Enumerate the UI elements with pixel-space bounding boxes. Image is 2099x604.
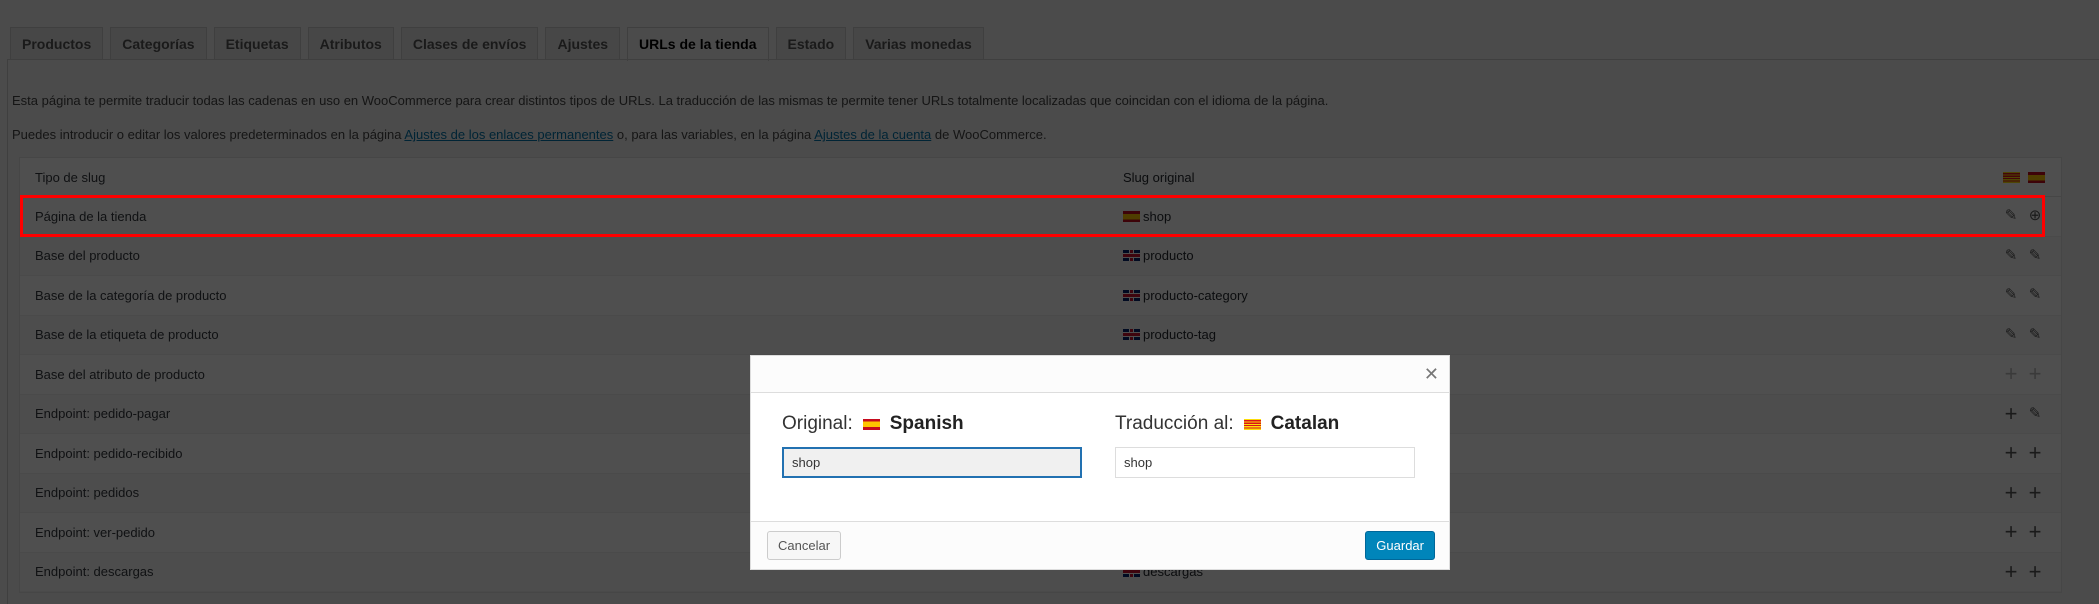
edit-translation-pencil-icon[interactable]: ✎ <box>2027 247 2043 264</box>
catalan-flag-icon <box>2003 171 2020 183</box>
cancel-button[interactable]: Cancelar <box>767 531 842 560</box>
slug-value: producto-category <box>1143 287 1248 303</box>
slug-value: producto-tag <box>1143 327 1216 343</box>
translation-label: Traducción al: <box>1115 413 1234 434</box>
original-label: Original: <box>782 413 853 434</box>
slug-value: producto <box>1143 248 1194 264</box>
header-slug-original: Slug original <box>1123 169 1195 185</box>
translation-language: Catalan <box>1270 413 1340 434</box>
tab-0[interactable]: Productos <box>10 27 104 60</box>
add-translation-plus-icon[interactable]: + <box>2003 442 2019 464</box>
translation-column: Traducción al: Catalan <box>1115 413 1415 478</box>
tab-7[interactable]: Estado <box>775 27 847 60</box>
add-translation-plus-icon[interactable]: + <box>2003 363 2019 385</box>
slug-original: producto-category <box>1123 288 2003 303</box>
english-flag-icon <box>1123 250 1140 262</box>
slug-original: producto <box>1123 248 2003 263</box>
tab-5[interactable]: Ajustes <box>545 27 621 60</box>
account-settings-link[interactable]: Ajustes de la cuenta <box>814 127 931 142</box>
add-translation-plus-icon[interactable]: + <box>2003 402 2019 424</box>
table-header: Tipo de slug Slug original <box>20 158 2061 197</box>
tab-2[interactable]: Etiquetas <box>213 27 301 60</box>
catalan-flag-icon <box>1243 418 1261 430</box>
english-flag-icon <box>1123 289 1140 301</box>
add-translation-plus-icon[interactable]: + <box>2027 442 2043 464</box>
edit-translation-pencil-icon[interactable]: ✎ <box>2027 326 2043 343</box>
slug-type: Base de la etiqueta de producto <box>35 327 219 343</box>
slug-type: Base de la categoría de producto <box>35 287 227 303</box>
add-translation-plus-icon[interactable]: + <box>2027 560 2043 582</box>
tab-bar: Productos Categorías Etiquetas Atributos Cla… <box>10 27 984 61</box>
table-row: Base de la etiqueta de producto producto-… <box>20 315 2061 355</box>
english-flag-icon <box>1123 329 1140 341</box>
tab-1[interactable]: Categorías <box>110 27 207 60</box>
edit-translation-pencil-icon[interactable]: ✎ <box>2027 287 2043 303</box>
original-column: Original: Spanish <box>782 413 1082 478</box>
add-translation-plus-icon[interactable]: + <box>2003 521 2019 543</box>
add-translation-plus-icon[interactable]: + <box>2003 481 2019 503</box>
intro-text-part: o, para las variables, en la página <box>613 127 815 142</box>
table-row: Base del producto producto ✎ ✎ <box>20 236 2061 276</box>
edit-translation-pencil-icon[interactable]: ✎ <box>2003 287 2019 303</box>
edit-translation-pencil-icon[interactable]: ✎ <box>2027 405 2043 422</box>
original-input[interactable] <box>782 447 1082 478</box>
highlight-box <box>20 195 2045 237</box>
original-language: Spanish <box>889 413 964 434</box>
translation-dialog: ✕ Original: Spanish Traducción al: Catalan… <box>750 355 1450 570</box>
edit-translation-pencil-icon[interactable]: ✎ <box>2003 247 2019 264</box>
add-translation-plus-icon[interactable]: + <box>2027 481 2043 503</box>
spanish-flag-icon <box>2028 171 2045 183</box>
tab-3[interactable]: Atributos <box>307 27 394 60</box>
intro-text-part: de WooCommerce. <box>931 127 1047 142</box>
slug-original: producto-tag <box>1123 327 2003 342</box>
add-translation-plus-icon[interactable]: + <box>2027 521 2043 543</box>
tab-4[interactable]: Clases de envíos <box>400 27 539 60</box>
header-slug-type: Tipo de slug <box>35 169 106 185</box>
spanish-flag-icon <box>862 418 880 430</box>
permalinks-settings-link[interactable]: Ajustes de los enlaces permanentes <box>404 127 613 142</box>
intro-text-part: Puedes introducir o editar los valores p… <box>12 127 405 142</box>
intro-links-text: Puedes introducir o editar los valores p… <box>12 127 1047 142</box>
close-icon[interactable]: ✕ <box>1424 364 1439 385</box>
translation-input[interactable] <box>1115 447 1415 478</box>
add-translation-plus-icon[interactable]: + <box>2027 363 2043 385</box>
add-translation-plus-icon[interactable]: + <box>2003 560 2019 582</box>
save-button[interactable]: Guardar <box>1365 531 1435 560</box>
tab-6[interactable]: URLs de la tienda <box>627 27 769 61</box>
tab-8[interactable]: Varias monedas <box>853 27 984 60</box>
intro-text: Esta página te permite traducir todas la… <box>12 93 1329 108</box>
table-row: Base de la categoría de producto producto… <box>20 276 2061 316</box>
edit-translation-pencil-icon[interactable]: ✎ <box>2003 326 2019 343</box>
slug-type: Base del producto <box>35 248 140 264</box>
